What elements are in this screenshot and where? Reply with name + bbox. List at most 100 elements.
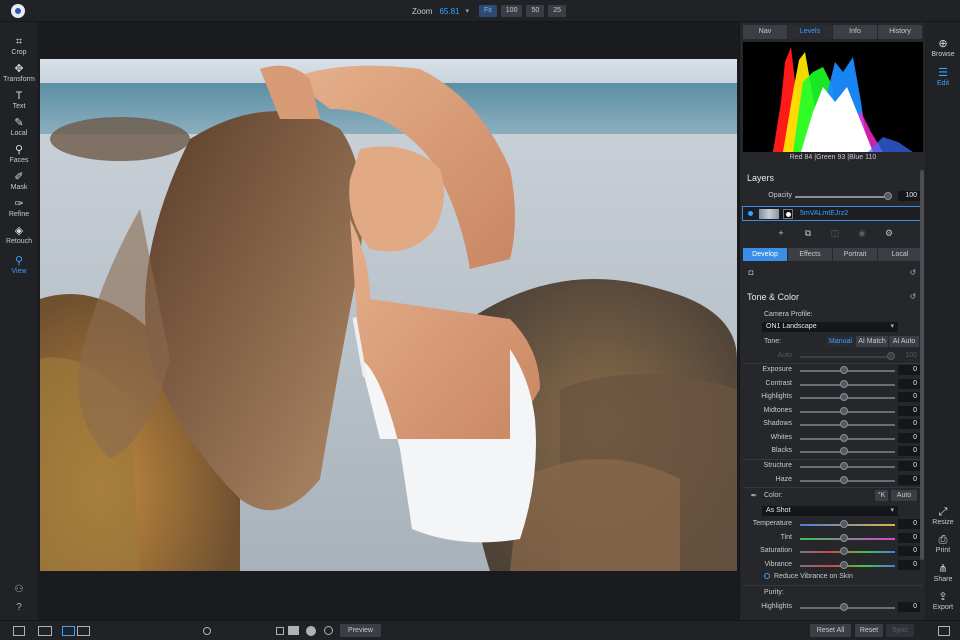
contrast-slider-knob[interactable] [840,380,848,388]
layer-visibility-icon[interactable] [748,211,753,216]
tab-history[interactable]: History [878,25,922,39]
module-export[interactable]: ⇪ Export [926,591,960,611]
single-view-icon[interactable] [62,626,75,636]
opacity-value[interactable]: 100 [898,191,920,201]
duplicate-layer-icon[interactable]: ⧉ [802,228,814,240]
blacks-slider-knob[interactable] [840,447,848,455]
tool-view[interactable]: ⚲ View [0,255,38,275]
color-auto-button[interactable]: Auto [891,490,917,501]
layer-mask-icon[interactable] [783,209,793,219]
zoom-fit-button[interactable]: Fit [479,5,497,17]
layer-mask-add-icon[interactable]: ◉ [856,228,868,240]
tab-info[interactable]: Info [833,25,877,39]
whites-value[interactable]: 0 [898,433,920,443]
temperature-slider-knob[interactable] [840,520,848,528]
tint-slider-knob[interactable] [840,534,848,542]
compare-view-icon[interactable] [77,626,90,636]
tab-develop[interactable]: Develop [743,248,787,261]
highlights-value[interactable]: 0 [898,392,920,402]
blacks-value[interactable]: 0 [898,446,920,456]
module-browse[interactable]: ⊕ Browse [926,38,960,58]
preview-button[interactable]: Preview [340,624,381,637]
saturation-value[interactable]: 0 [898,546,920,556]
clipping-icon[interactable] [324,626,333,635]
eyedropper-icon[interactable]: ✒ [749,491,759,501]
soft-proof-icon[interactable] [306,626,316,636]
saturation-slider-knob[interactable] [840,547,848,555]
contrast-value[interactable]: 0 [898,379,920,389]
vibrance-slider-knob[interactable] [840,561,848,569]
zoom-value[interactable]: 65.81 [439,7,459,16]
tool-local[interactable]: ✎ Local [0,117,38,137]
layer-row[interactable]: 5mVALmtEJrz2 [742,206,923,221]
module-print[interactable]: ⎙ Print [926,534,960,554]
white-balance-select[interactable]: As Shot ▾ [762,506,898,516]
camera-icon[interactable]: ◘ [746,268,756,278]
add-layer-icon[interactable]: + [775,228,787,240]
tab-portrait[interactable]: Portrait [833,248,877,261]
panel-scrollbar[interactable] [920,170,924,560]
tool-retouch[interactable]: ◈ Retouch [0,225,38,245]
zoom-100-button[interactable]: 100 [500,5,523,17]
tab-effects[interactable]: Effects [788,248,832,261]
tone-ai-auto-button[interactable]: AI Auto [889,336,919,347]
whites-slider-knob[interactable] [840,434,848,442]
reset-all-button[interactable]: Reset All [810,624,851,637]
tool-crop[interactable]: ⌗ Crop [0,36,38,56]
tool-refine[interactable]: ✑ Refine [0,198,38,218]
midtones-slider-knob[interactable] [840,407,848,415]
merge-layer-icon[interactable]: ◫ [829,228,841,240]
shadows-value[interactable]: 0 [898,419,920,429]
structure-slider-knob[interactable] [840,462,848,470]
purity-highlights-slider-knob[interactable] [840,603,848,611]
toggle-left-panel-icon[interactable] [13,626,25,636]
temperature-value[interactable]: 0 [898,519,920,529]
structure-value[interactable]: 0 [898,461,920,471]
user-icon[interactable]: ⚇ [13,584,25,596]
tone-manual-button[interactable]: Manual [826,336,855,347]
reduce-vibrance-checkbox[interactable]: Reduce Vibrance on Skin [764,573,853,583]
camera-profile-select[interactable]: ON1 Landscape ▾ [762,322,898,332]
app-logo[interactable] [11,4,25,18]
mask-view-icon[interactable] [276,627,284,635]
layer-name[interactable]: 5mVALmtEJrz2 [800,210,848,217]
zoom-50-button[interactable]: 50 [526,5,545,17]
chevron-down-icon[interactable]: ▾ [465,7,469,15]
opacity-slider[interactable] [795,196,890,198]
tool-faces[interactable]: ⚲ Faces [0,144,38,164]
haze-slider-knob[interactable] [840,476,848,484]
module-resize[interactable]: ⤢ Resize [926,506,960,526]
checkbox-icon[interactable] [764,573,770,580]
kelvin-toggle-button[interactable]: °K [875,490,888,501]
zoom-out-icon[interactable] [203,627,211,635]
module-edit[interactable]: ☰ Edit [926,67,960,87]
tone-ai-match-button[interactable]: AI Match [856,336,888,347]
tool-mask[interactable]: ✐ Mask [0,171,38,191]
photo-preview[interactable] [40,59,737,571]
midtones-value[interactable]: 0 [898,406,920,416]
tool-text[interactable]: T Text [0,90,38,110]
filmstrip-icon[interactable] [38,626,52,636]
shadows-slider-knob[interactable] [840,420,848,428]
layer-settings-icon[interactable]: ⚙ [883,228,895,240]
opacity-slider-knob[interactable] [884,192,892,200]
exposure-value[interactable]: 0 [898,365,920,375]
tab-levels[interactable]: Levels [788,25,832,39]
tab-nav[interactable]: Nav [743,25,787,39]
sync-button[interactable]: Sync [886,624,914,637]
vibrance-value[interactable]: 0 [898,560,920,570]
haze-value[interactable]: 0 [898,475,920,485]
exposure-slider-knob[interactable] [840,366,848,374]
help-icon[interactable]: ? [13,602,25,614]
canvas-area[interactable] [38,22,739,620]
tool-transform[interactable]: ✥ Transform [0,63,38,83]
tab-local[interactable]: Local [878,248,922,261]
reset-icon[interactable]: ↺ [908,268,918,278]
reset-icon[interactable]: ↺ [908,292,918,302]
mask-overlay-icon[interactable] [288,626,299,635]
highlights-slider-knob[interactable] [840,393,848,401]
module-share[interactable]: ⋔ Share [926,563,960,583]
reset-button[interactable]: Reset [855,624,883,637]
purity-highlights-value[interactable]: 0 [898,602,920,612]
tint-value[interactable]: 0 [898,533,920,543]
